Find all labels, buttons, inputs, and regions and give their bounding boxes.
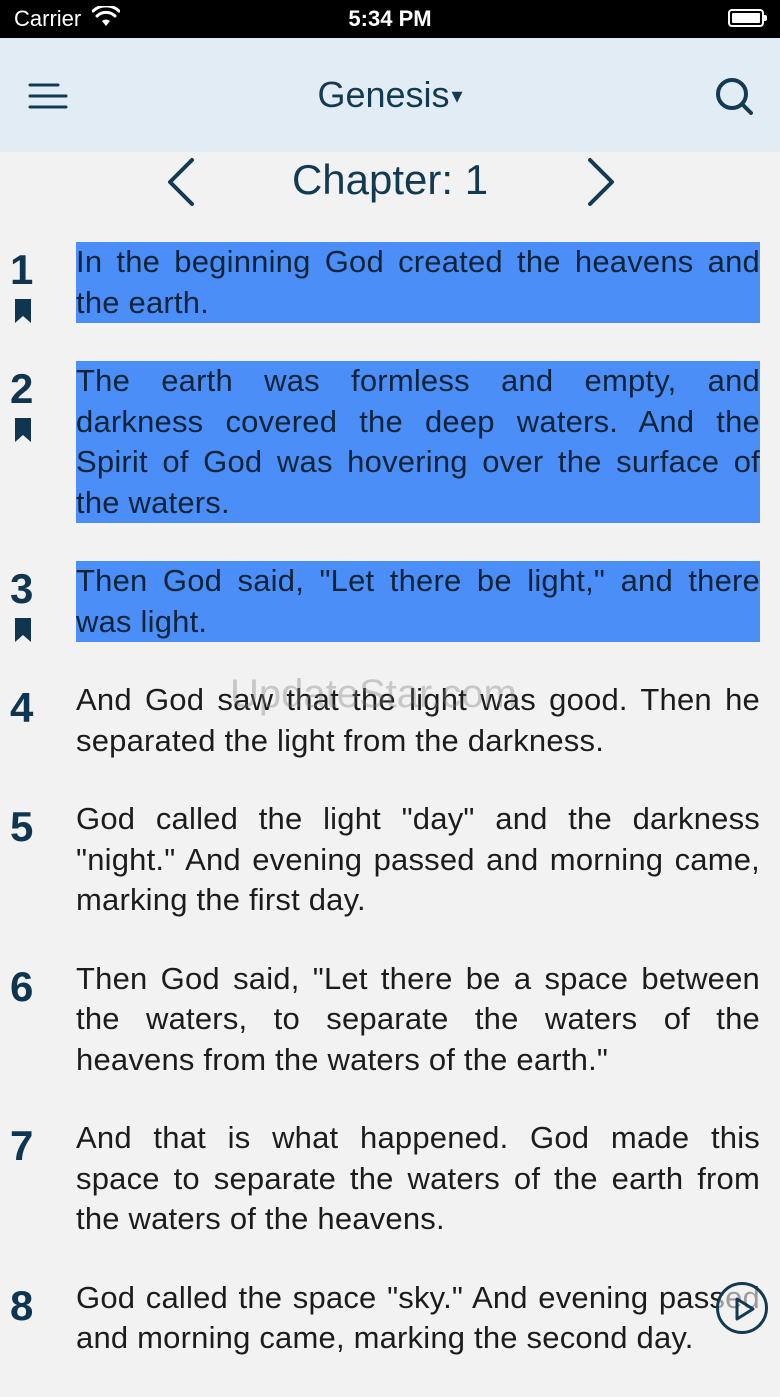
verse-item[interactable]: 7 And that is what happened. God made thi… bbox=[0, 1118, 780, 1240]
verse-list: 1 In the beginning God created the heaven… bbox=[0, 242, 780, 1397]
play-icon bbox=[735, 1297, 755, 1321]
verse-item[interactable]: 5 God called the light "day" and the dark… bbox=[0, 799, 780, 921]
clock: 5:34 PM bbox=[348, 6, 432, 31]
verse-number: 6 bbox=[10, 962, 34, 1010]
verse-text[interactable]: The earth was formless and empty, and da… bbox=[76, 361, 760, 523]
book-selector[interactable]: Genesis▾ bbox=[0, 74, 780, 116]
verse-item[interactable]: 1 In the beginning God created the heaven… bbox=[0, 242, 780, 323]
verse-item[interactable]: 6 Then God said, "Let there be a space be… bbox=[0, 959, 780, 1081]
bookmark-icon[interactable] bbox=[13, 298, 33, 324]
verse-number: 3 bbox=[10, 565, 34, 612]
status-bar: Carrier 5:34 PM bbox=[0, 0, 780, 38]
battery-icon bbox=[728, 9, 767, 27]
verse-number: 5 bbox=[10, 803, 34, 850]
chapter-navigation: Chapter: 1 bbox=[0, 152, 780, 212]
verse-text[interactable]: Then God said, "Let there be light," and… bbox=[76, 561, 760, 642]
verse-number: 7 bbox=[10, 1122, 34, 1169]
verse-text[interactable]: God called the space "sky." And evening … bbox=[76, 1278, 760, 1359]
verse-item[interactable]: 8 God called the space "sky." And evening… bbox=[0, 1278, 780, 1359]
verse-number: 8 bbox=[10, 1281, 34, 1329]
verse-number: 2 bbox=[10, 365, 34, 412]
verse-number: 4 bbox=[10, 684, 34, 731]
caret-down-icon: ▾ bbox=[451, 83, 463, 108]
verse-text[interactable]: In the beginning God created the heavens… bbox=[76, 242, 760, 323]
chevron-right-icon[interactable] bbox=[580, 156, 620, 208]
top-nav-bar: Genesis▾ bbox=[0, 38, 780, 152]
verse-number: 1 bbox=[10, 246, 34, 293]
book-title: Genesis bbox=[317, 74, 450, 115]
verse-item[interactable]: 3 Then God said, "Let there be light," an… bbox=[0, 561, 780, 642]
bookmark-icon[interactable] bbox=[13, 417, 33, 443]
search-icon[interactable] bbox=[714, 76, 754, 116]
verse-text[interactable]: God called the light "day" and the darkn… bbox=[76, 799, 760, 921]
verse-text[interactable]: Then God said, "Let there be a space bet… bbox=[76, 959, 760, 1081]
chapter-label: Chapter: 1 bbox=[291, 156, 489, 203]
watermark: UpdateStar.com bbox=[230, 672, 517, 716]
verse-item[interactable]: 2 The earth was formless and empty, and d… bbox=[0, 361, 780, 523]
verse-text[interactable]: And that is what happened. God made this… bbox=[76, 1118, 760, 1240]
bookmark-icon[interactable] bbox=[13, 617, 33, 643]
play-button[interactable] bbox=[716, 1282, 768, 1334]
